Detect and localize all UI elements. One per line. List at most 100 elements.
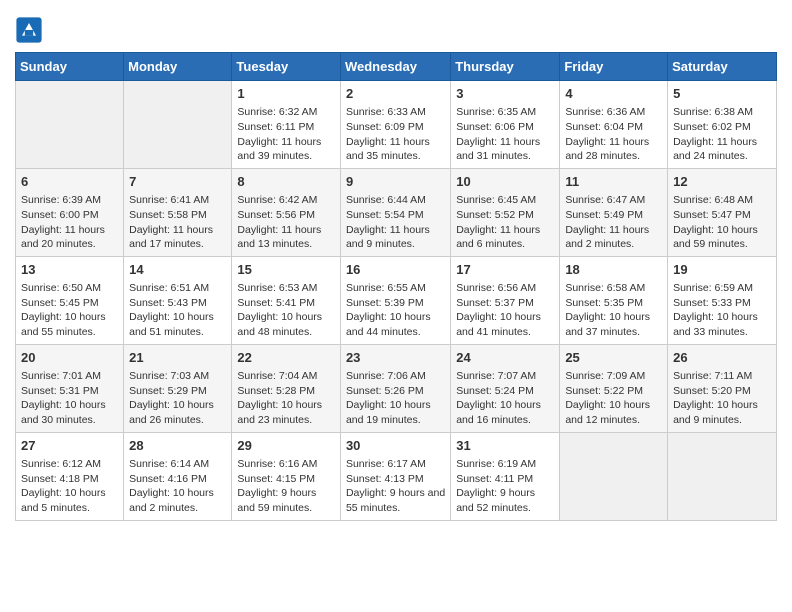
calendar-cell (560, 432, 668, 520)
day-info: Sunrise: 6:48 AM Sunset: 5:47 PM Dayligh… (673, 193, 771, 252)
day-info: Sunrise: 6:32 AM Sunset: 6:11 PM Dayligh… (237, 105, 335, 164)
calendar-cell: 15 Sunrise: 6:53 AM Sunset: 5:41 PM Dayli… (232, 256, 341, 344)
day-info: Sunrise: 7:01 AM Sunset: 5:31 PM Dayligh… (21, 369, 118, 428)
day-number: 1 (237, 85, 335, 103)
calendar-table: SundayMondayTuesdayWednesdayThursdayFrid… (15, 52, 777, 521)
day-info: Sunrise: 6:19 AM Sunset: 4:11 PM Dayligh… (456, 457, 554, 516)
calendar-cell: 4Sunrise: 6:36 AM Sunset: 6:04 PM Daylig… (560, 81, 668, 169)
day-info: Sunrise: 6:51 AM Sunset: 5:43 PM Dayligh… (129, 281, 226, 340)
calendar-cell: 5 Sunrise: 6:38 AM Sunset: 6:02 PM Daylig… (668, 81, 777, 169)
day-info: Sunrise: 6:45 AM Sunset: 5:52 PM Dayligh… (456, 193, 554, 252)
day-info: Sunrise: 6:42 AM Sunset: 5:56 PM Dayligh… (237, 193, 335, 252)
day-number: 27 (21, 437, 118, 455)
calendar-cell: 29 Sunrise: 6:16 AM Sunset: 4:15 PM Dayli… (232, 432, 341, 520)
day-info: Sunrise: 6:55 AM Sunset: 5:39 PM Dayligh… (346, 281, 445, 340)
calendar-cell: 1 Sunrise: 6:32 AM Sunset: 6:11 PM Daylig… (232, 81, 341, 169)
day-info: Sunrise: 6:16 AM Sunset: 4:15 PM Dayligh… (237, 457, 335, 516)
calendar-cell: 12 Sunrise: 6:48 AM Sunset: 5:47 PM Dayli… (668, 168, 777, 256)
calendar-cell: 30 Sunrise: 6:17 AM Sunset: 4:13 PM Dayli… (340, 432, 450, 520)
day-number: 18 (565, 261, 662, 279)
day-number: 16 (346, 261, 445, 279)
calendar-cell: 11Sunrise: 6:47 AM Sunset: 5:49 PM Dayli… (560, 168, 668, 256)
calendar-cell: 8 Sunrise: 6:42 AM Sunset: 5:56 PM Daylig… (232, 168, 341, 256)
day-info: Sunrise: 6:41 AM Sunset: 5:58 PM Dayligh… (129, 193, 226, 252)
day-info: Sunrise: 6:59 AM Sunset: 5:33 PM Dayligh… (673, 281, 771, 340)
day-number: 15 (237, 261, 335, 279)
calendar-cell (668, 432, 777, 520)
day-number: 8 (237, 173, 335, 191)
calendar-cell: 2Sunrise: 6:33 AM Sunset: 6:09 PM Daylig… (340, 81, 450, 169)
day-number: 13 (21, 261, 118, 279)
day-number: 30 (346, 437, 445, 455)
day-number: 21 (129, 349, 226, 367)
col-header-thursday: Thursday (451, 53, 560, 81)
day-number: 26 (673, 349, 771, 367)
day-info: Sunrise: 7:09 AM Sunset: 5:22 PM Dayligh… (565, 369, 662, 428)
day-info: Sunrise: 6:53 AM Sunset: 5:41 PM Dayligh… (237, 281, 335, 340)
day-number: 29 (237, 437, 335, 455)
day-info: Sunrise: 6:39 AM Sunset: 6:00 PM Dayligh… (21, 193, 118, 252)
day-info: Sunrise: 7:04 AM Sunset: 5:28 PM Dayligh… (237, 369, 335, 428)
calendar-cell: 14 Sunrise: 6:51 AM Sunset: 5:43 PM Dayli… (124, 256, 232, 344)
day-number: 5 (673, 85, 771, 103)
calendar-cell: 18 Sunrise: 6:58 AM Sunset: 5:35 PM Dayli… (560, 256, 668, 344)
calendar-cell: 9 Sunrise: 6:44 AM Sunset: 5:54 PM Daylig… (340, 168, 450, 256)
day-number: 22 (237, 349, 335, 367)
day-number: 19 (673, 261, 771, 279)
day-info: Sunrise: 6:14 AM Sunset: 4:16 PM Dayligh… (129, 457, 226, 516)
col-header-tuesday: Tuesday (232, 53, 341, 81)
calendar-cell: 26Sunrise: 7:11 AM Sunset: 5:20 PM Dayli… (668, 344, 777, 432)
day-number: 2 (346, 85, 445, 103)
day-number: 14 (129, 261, 226, 279)
calendar-cell: 6 Sunrise: 6:39 AM Sunset: 6:00 PM Daylig… (16, 168, 124, 256)
day-info: Sunrise: 6:36 AM Sunset: 6:04 PM Dayligh… (565, 105, 662, 164)
day-number: 7 (129, 173, 226, 191)
calendar-cell: 13 Sunrise: 6:50 AM Sunset: 5:45 PM Dayli… (16, 256, 124, 344)
day-info: Sunrise: 6:44 AM Sunset: 5:54 PM Dayligh… (346, 193, 445, 252)
calendar-cell (124, 81, 232, 169)
day-number: 25 (565, 349, 662, 367)
day-number: 23 (346, 349, 445, 367)
day-number: 20 (21, 349, 118, 367)
day-info: Sunrise: 6:56 AM Sunset: 5:37 PM Dayligh… (456, 281, 554, 340)
day-number: 6 (21, 173, 118, 191)
col-header-monday: Monday (124, 53, 232, 81)
calendar-cell: 21 Sunrise: 7:03 AM Sunset: 5:29 PM Dayli… (124, 344, 232, 432)
day-info: Sunrise: 7:07 AM Sunset: 5:24 PM Dayligh… (456, 369, 554, 428)
day-number: 24 (456, 349, 554, 367)
col-header-wednesday: Wednesday (340, 53, 450, 81)
day-number: 12 (673, 173, 771, 191)
calendar-cell: 31 Sunrise: 6:19 AM Sunset: 4:11 PM Dayli… (451, 432, 560, 520)
day-info: Sunrise: 6:47 AM Sunset: 5:49 PM Dayligh… (565, 193, 662, 252)
day-number: 3 (456, 85, 554, 103)
day-info: Sunrise: 6:17 AM Sunset: 4:13 PM Dayligh… (346, 457, 445, 516)
calendar-cell (16, 81, 124, 169)
calendar-cell: 27 Sunrise: 6:12 AM Sunset: 4:18 PM Dayli… (16, 432, 124, 520)
day-number: 28 (129, 437, 226, 455)
calendar-cell: 7 Sunrise: 6:41 AM Sunset: 5:58 PM Daylig… (124, 168, 232, 256)
day-number: 17 (456, 261, 554, 279)
day-info: Sunrise: 7:06 AM Sunset: 5:26 PM Dayligh… (346, 369, 445, 428)
day-info: Sunrise: 6:58 AM Sunset: 5:35 PM Dayligh… (565, 281, 662, 340)
calendar-cell: 20 Sunrise: 7:01 AM Sunset: 5:31 PM Dayli… (16, 344, 124, 432)
header (15, 10, 777, 44)
calendar-cell: 17 Sunrise: 6:56 AM Sunset: 5:37 PM Dayli… (451, 256, 560, 344)
calendar-cell: 10Sunrise: 6:45 AM Sunset: 5:52 PM Dayli… (451, 168, 560, 256)
day-info: Sunrise: 6:35 AM Sunset: 6:06 PM Dayligh… (456, 105, 554, 164)
day-info: Sunrise: 7:03 AM Sunset: 5:29 PM Dayligh… (129, 369, 226, 428)
col-header-friday: Friday (560, 53, 668, 81)
logo (15, 16, 47, 44)
day-info: Sunrise: 6:12 AM Sunset: 4:18 PM Dayligh… (21, 457, 118, 516)
calendar-cell: 3 Sunrise: 6:35 AM Sunset: 6:06 PM Daylig… (451, 81, 560, 169)
calendar-cell: 23 Sunrise: 7:06 AM Sunset: 5:26 PM Dayli… (340, 344, 450, 432)
col-header-sunday: Sunday (16, 53, 124, 81)
col-header-saturday: Saturday (668, 53, 777, 81)
day-number: 31 (456, 437, 554, 455)
day-number: 9 (346, 173, 445, 191)
calendar-cell: 28 Sunrise: 6:14 AM Sunset: 4:16 PM Dayli… (124, 432, 232, 520)
day-info: Sunrise: 6:50 AM Sunset: 5:45 PM Dayligh… (21, 281, 118, 340)
day-info: Sunrise: 6:38 AM Sunset: 6:02 PM Dayligh… (673, 105, 771, 164)
logo-icon (15, 16, 43, 44)
calendar-cell: 19 Sunrise: 6:59 AM Sunset: 5:33 PM Dayli… (668, 256, 777, 344)
calendar-cell: 16 Sunrise: 6:55 AM Sunset: 5:39 PM Dayli… (340, 256, 450, 344)
